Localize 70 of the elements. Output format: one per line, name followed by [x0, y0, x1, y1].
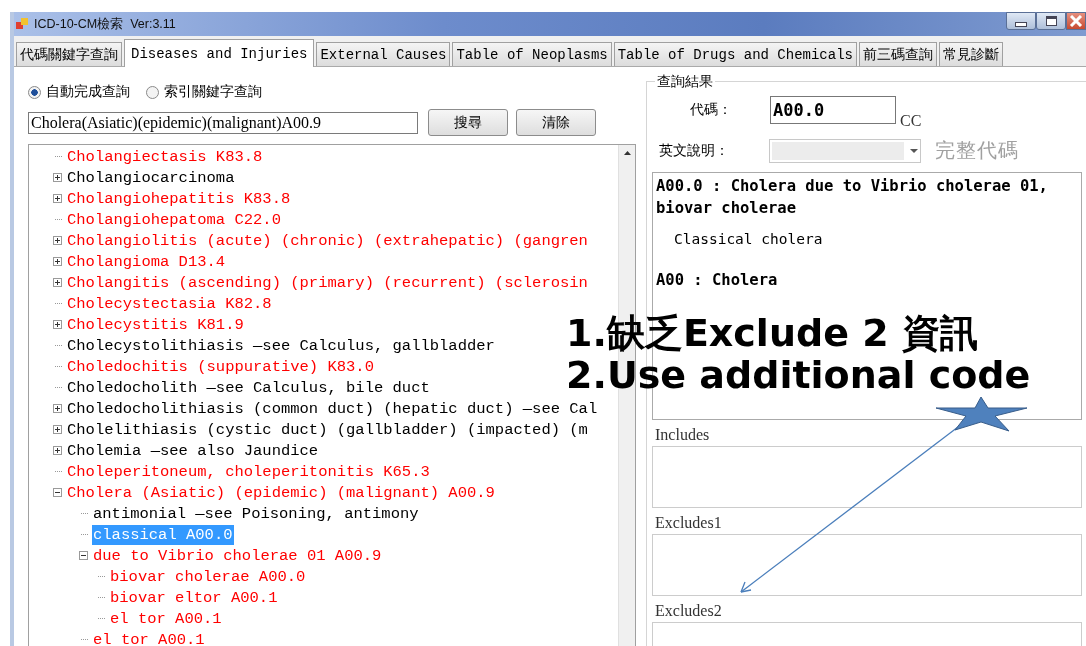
annotation-text: 1.缺乏Exclude 2 資訊 [566, 313, 978, 353]
tree-item[interactable]: Cholangiolitis (acute) (chronic) (extrahepatic) (gangren [66, 230, 589, 251]
app-icon [16, 18, 30, 30]
tab[interactable]: Table of Drugs and Chemicals [613, 42, 857, 66]
maximize-button[interactable] [1036, 12, 1066, 30]
description-text: Classical cholera [674, 231, 824, 247]
annotation-text: 2.Use additional code [566, 355, 1031, 395]
tree-item[interactable]: Cholangioma D13.4 [66, 251, 227, 272]
window-title: ICD-10-CM檢索 Ver:3.11 [34, 15, 176, 33]
tree-item[interactable]: Cholera (Asiatic) (epidemic) (malignant) A00.9 [66, 482, 496, 503]
tree-item[interactable]: el tor A00.1 [92, 629, 206, 646]
cc-label: CC [900, 112, 922, 130]
section-label: Excludes2 [655, 602, 723, 620]
section-label: Excludes1 [655, 514, 723, 532]
star-icon [935, 396, 1028, 432]
group-title: 查詢結果 [655, 73, 715, 91]
radio-option[interactable]: 索引關鍵字查詢 [146, 83, 262, 101]
tree-item[interactable]: Cholelithiasis (cystic duct) (gallbladder) (impacted) (m [66, 419, 589, 440]
code-field[interactable]: A00.0 [770, 96, 896, 124]
dropdown-icon[interactable] [910, 148, 918, 153]
tab[interactable]: External Causes [316, 42, 451, 66]
tree-item[interactable]: due to Vibrio cholerae 01 A00.9 [92, 545, 383, 566]
full-code-label: 完整代碼 [935, 137, 1019, 164]
tree-item[interactable]: Cholangitis (ascending) (primary) (recurrent) (sclerosin [66, 272, 589, 293]
action-button[interactable]: 清除 [516, 109, 596, 136]
tree-item[interactable]: Cholecystitis K81.9 [66, 314, 245, 335]
tab[interactable]: 代碼關鍵字查詢 [16, 42, 122, 66]
tree-item[interactable]: Choledocholithiasis (common duct) (hepatic duct) —see Cal [66, 398, 599, 419]
expand-icon[interactable] [53, 278, 62, 287]
expand-icon[interactable] [53, 446, 62, 455]
tab[interactable]: Table of Neoplasms [452, 42, 612, 66]
action-button[interactable]: 搜尋 [428, 109, 508, 136]
scroll-up-icon[interactable] [623, 151, 631, 155]
tree-item[interactable]: biovar cholerae A00.0 [109, 566, 307, 587]
english-label: 英文說明： [659, 141, 730, 160]
description-text: A00 : Cholera [656, 270, 779, 291]
tree-item[interactable]: Cholangiocarcinoma [66, 167, 236, 188]
tab[interactable]: 常見診斷 [938, 42, 1003, 66]
tree-item[interactable]: Cholecystolithiasis —see Calculus, gallbladder [66, 335, 496, 356]
expand-icon[interactable] [53, 425, 62, 434]
minimize-button[interactable] [1006, 12, 1036, 30]
tree-item[interactable]: Choleperitoneum, choleperitonitis K65.3 [66, 461, 431, 482]
section-label: Includes [655, 426, 711, 444]
close-button[interactable] [1066, 12, 1086, 30]
expand-icon[interactable] [53, 173, 62, 182]
search-field[interactable]: Cholera(Asiatic)(epidemic)(malignant)A00.9 [28, 111, 418, 134]
description-text: A00.0 : Cholera due to Vibrio cholerae 01, biovar cholerae [656, 176, 1049, 219]
tree-item[interactable]: Cholemia —see also Jaundice [66, 440, 320, 461]
code-label: 代碼： [690, 101, 733, 119]
tree-item[interactable]: Cholangiohepatoma C22.0 [66, 209, 282, 230]
expand-icon[interactable] [53, 257, 62, 266]
tree-item[interactable]: Cholecystectasia K82.8 [66, 293, 273, 314]
tree-item[interactable]: el tor A00.1 [109, 608, 223, 629]
tab[interactable]: Diseases and Injuries [124, 39, 315, 67]
tree-item[interactable]: antimonial —see Poisoning, antimony [92, 503, 420, 524]
radio-button[interactable] [146, 85, 159, 99]
radio-option[interactable]: 自動完成查詢 [28, 83, 130, 101]
expand-icon[interactable] [53, 236, 62, 245]
tree-item[interactable]: Choledocholith —see Calculus, bile duct [66, 377, 431, 398]
expand-icon[interactable] [53, 194, 62, 203]
tree-item[interactable]: Cholangiectasis K83.8 [66, 146, 264, 167]
expand-icon[interactable] [53, 404, 62, 413]
tree-item[interactable]: Choledochitis (suppurative) K83.0 [66, 356, 375, 377]
collapse-icon[interactable] [79, 551, 88, 560]
tab[interactable]: 前三碼查詢 [858, 42, 937, 66]
tree-item[interactable]: biovar eltor A00.1 [109, 587, 279, 608]
collapse-icon[interactable] [53, 488, 62, 497]
radio-button[interactable] [28, 85, 41, 99]
expand-icon[interactable] [53, 320, 62, 329]
tree-item[interactable]: Cholangiohepatitis K83.8 [66, 188, 292, 209]
